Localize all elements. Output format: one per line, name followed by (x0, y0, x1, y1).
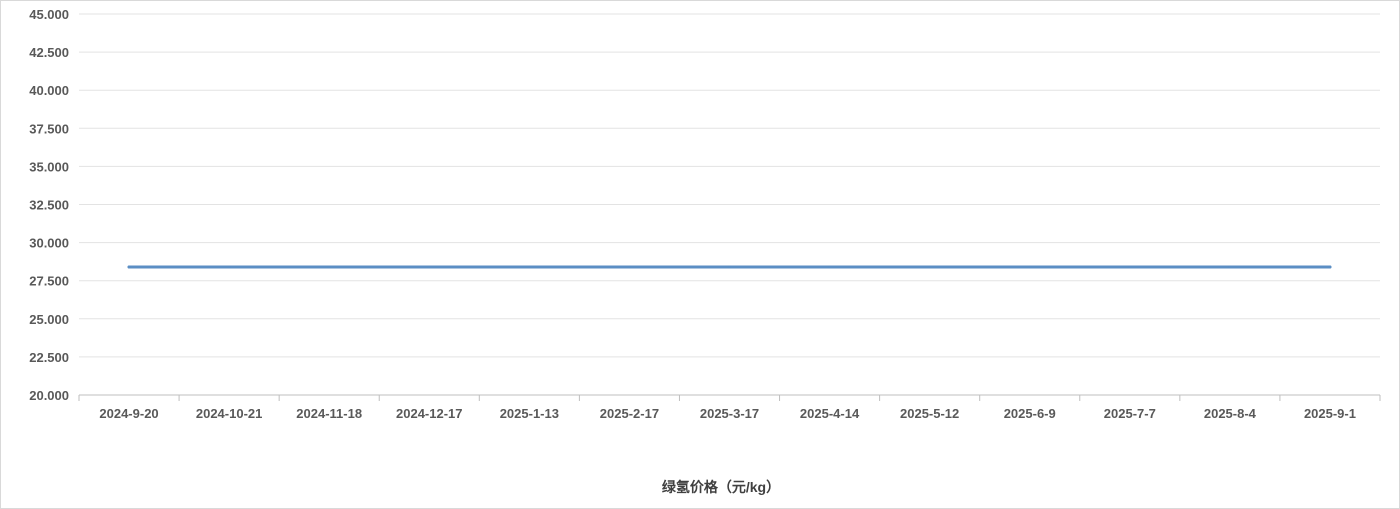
y-tick-label: 30.000 (29, 236, 69, 251)
data-point (127, 265, 131, 269)
y-tick-label: 20.000 (29, 388, 69, 403)
gridlines (79, 13, 1380, 396)
data-point (1128, 265, 1132, 269)
y-tick-label: 42.500 (29, 45, 69, 60)
x-tick-label: 2024-9-20 (99, 406, 158, 421)
x-tick-label: 2025-4-14 (800, 406, 860, 421)
data-point (928, 265, 932, 269)
y-axis: 20.000 22.500 25.000 27.500 30.000 32.500 35.0… (29, 7, 69, 403)
x-tick-label: 2025-9-1 (1304, 406, 1356, 421)
y-tick-label: 32.500 (29, 198, 69, 213)
x-tick-label: 2025-6-9 (1004, 406, 1056, 421)
data-point (1328, 265, 1332, 269)
legend-label: 绿氢价格（元/kg） (662, 479, 780, 495)
x-tick-label: 2025-1-13 (500, 406, 559, 421)
series-group (127, 265, 1332, 269)
y-tick-label: 25.000 (29, 312, 69, 327)
y-tick-label: 37.500 (29, 121, 69, 136)
data-point (1228, 265, 1232, 269)
y-tick-label: 40.000 (29, 83, 69, 98)
y-tick-label: 45.000 (29, 7, 69, 22)
x-tick-label: 2025-2-17 (600, 406, 659, 421)
y-tick-label: 35.000 (29, 159, 69, 174)
data-point (1028, 265, 1032, 269)
x-tick-label: 2024-11-18 (296, 406, 362, 421)
x-tick-label: 2025-3-17 (700, 406, 759, 421)
x-tick-label: 2025-7-7 (1104, 406, 1156, 421)
y-tick-label: 22.500 (29, 350, 69, 365)
x-tick-label: 2025-8-4 (1204, 406, 1257, 421)
data-point (327, 265, 331, 269)
data-point (627, 265, 631, 269)
data-point (828, 265, 832, 269)
x-axis: 2024-9-20 2024-10-21 2024-11-18 2024-12-17 2… (78, 395, 1381, 421)
data-point (527, 265, 531, 269)
y-tick-label: 27.500 (29, 274, 69, 289)
data-point (227, 265, 231, 269)
x-tick-label: 2024-12-17 (396, 406, 463, 421)
data-point (427, 265, 431, 269)
data-point (728, 265, 731, 269)
x-tick-label: 2025-5-12 (900, 406, 959, 421)
line-chart: 20.000 22.500 25.000 27.500 30.000 32.500 35.0… (29, 7, 1381, 495)
x-tick-label: 2024-10-21 (196, 406, 263, 421)
